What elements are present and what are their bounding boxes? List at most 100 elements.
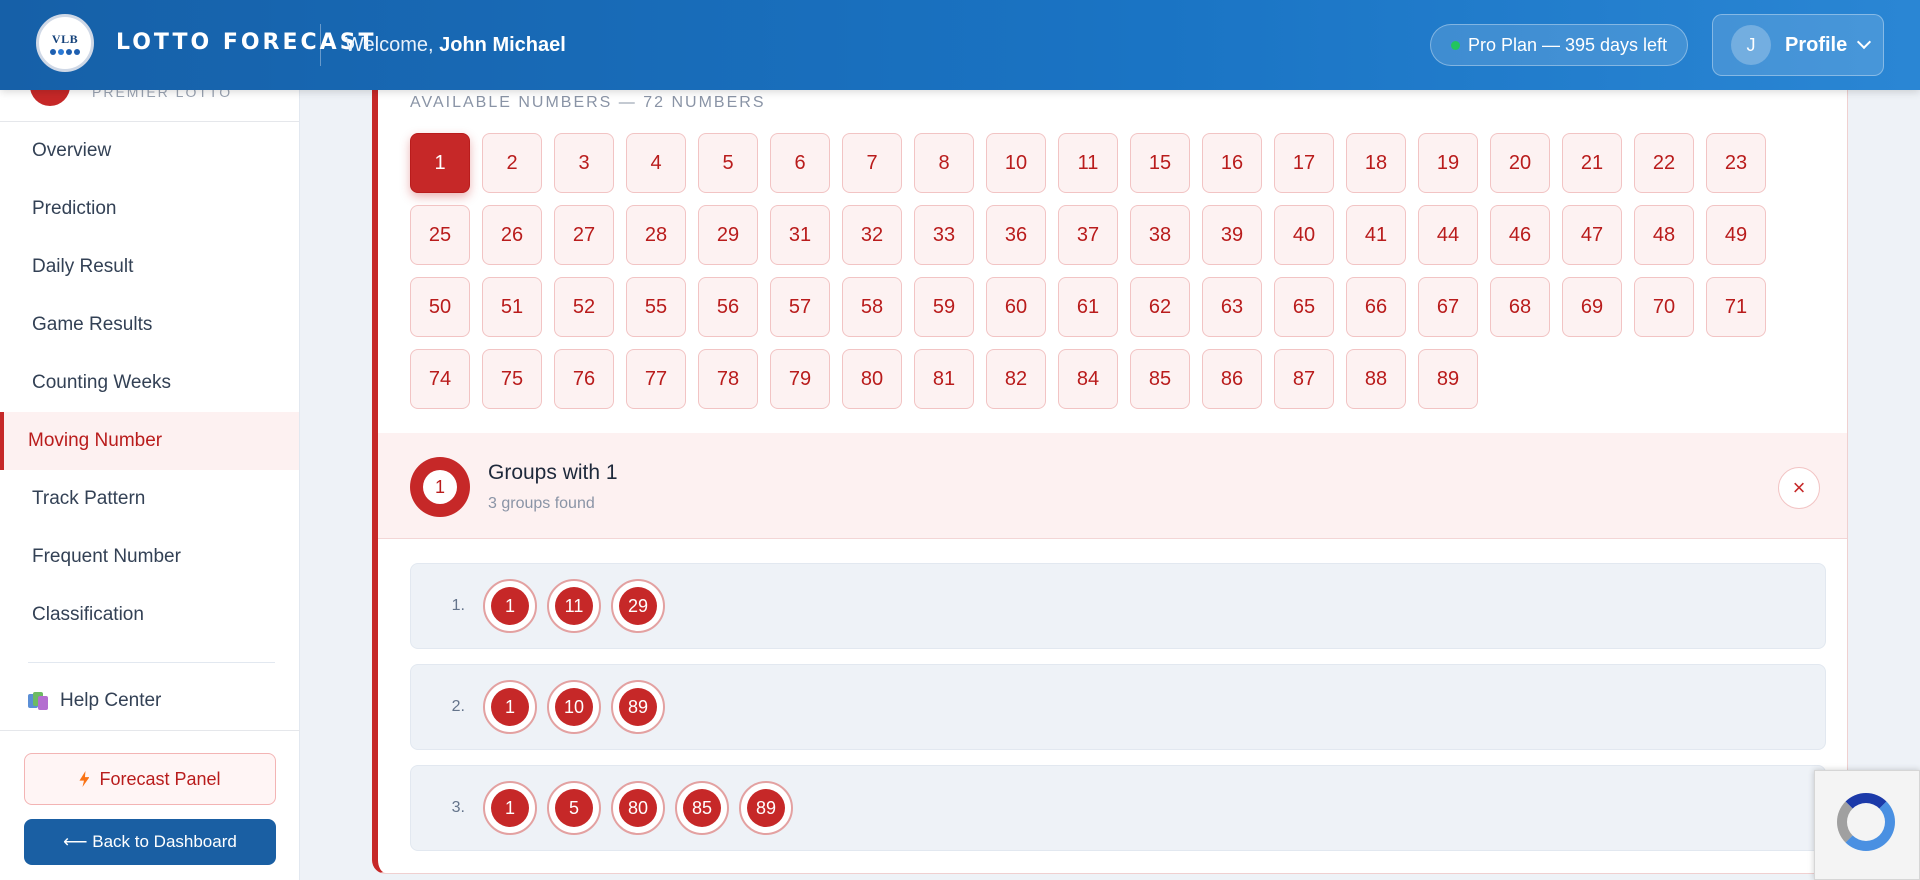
number-button[interactable]: 38 <box>1130 205 1190 265</box>
number-button[interactable]: 55 <box>626 277 686 337</box>
forecast-panel-button[interactable]: Forecast Panel <box>24 753 276 805</box>
number-button[interactable]: 62 <box>1130 277 1190 337</box>
number-button[interactable]: 74 <box>410 349 470 409</box>
number-button[interactable]: 57 <box>770 277 830 337</box>
number-button[interactable]: 47 <box>1562 205 1622 265</box>
number-button[interactable]: 37 <box>1058 205 1118 265</box>
number-button[interactable]: 15 <box>1130 133 1190 193</box>
number-button[interactable]: 8 <box>914 133 974 193</box>
help-center-link[interactable]: Help Center <box>0 681 299 721</box>
number-button[interactable]: 67 <box>1418 277 1478 337</box>
number-button[interactable]: 6 <box>770 133 830 193</box>
number-button[interactable]: 59 <box>914 277 974 337</box>
number-button[interactable]: 48 <box>1634 205 1694 265</box>
number-button[interactable]: 7 <box>842 133 902 193</box>
number-button[interactable]: 71 <box>1706 277 1766 337</box>
vlb-logo[interactable]: VLB <box>36 14 94 72</box>
number-button[interactable]: 36 <box>986 205 1046 265</box>
number-button[interactable]: 1 <box>410 133 470 193</box>
lightning-icon <box>79 771 90 787</box>
groups-count: 3 groups found <box>488 495 595 512</box>
number-button[interactable]: 70 <box>1634 277 1694 337</box>
number-button[interactable]: 31 <box>770 205 830 265</box>
number-button[interactable]: 63 <box>1202 277 1262 337</box>
number-button[interactable]: 44 <box>1418 205 1478 265</box>
sidebar-item-classification[interactable]: Classification <box>0 586 299 644</box>
number-button[interactable]: 84 <box>1058 349 1118 409</box>
number-button[interactable]: 61 <box>1058 277 1118 337</box>
sidebar-item-counting-weeks[interactable]: Counting Weeks <box>0 354 299 412</box>
number-button[interactable]: 5 <box>698 133 758 193</box>
back-to-dashboard-button[interactable]: ⟵ Back to Dashboard <box>24 819 276 865</box>
number-button[interactable]: 21 <box>1562 133 1622 193</box>
number-ball: 80 <box>611 781 665 835</box>
number-button[interactable]: 66 <box>1346 277 1406 337</box>
sidebar-item-moving-number[interactable]: Moving Number <box>0 412 299 470</box>
number-button[interactable]: 18 <box>1346 133 1406 193</box>
number-button[interactable]: 29 <box>698 205 758 265</box>
number-button[interactable]: 86 <box>1202 349 1262 409</box>
number-button[interactable]: 28 <box>626 205 686 265</box>
group-row: 3. 1 5 80 85 89 <box>410 765 1826 851</box>
number-button[interactable]: 19 <box>1418 133 1478 193</box>
profile-button[interactable]: J Profile <box>1712 14 1884 76</box>
sidebar-item-track-pattern[interactable]: Track Pattern <box>0 470 299 528</box>
number-ball: 1 <box>483 781 537 835</box>
recaptcha-badge[interactable] <box>1814 770 1920 880</box>
number-button[interactable]: 16 <box>1202 133 1262 193</box>
sidebar-item-game-results[interactable]: Game Results <box>0 296 299 354</box>
number-button[interactable]: 78 <box>698 349 758 409</box>
number-button[interactable]: 77 <box>626 349 686 409</box>
sidebar-item-prediction[interactable]: Prediction <box>0 180 299 238</box>
number-button[interactable]: 46 <box>1490 205 1550 265</box>
number-button[interactable]: 69 <box>1562 277 1622 337</box>
number-ball-value: 10 <box>555 688 593 726</box>
number-button[interactable]: 68 <box>1490 277 1550 337</box>
number-button[interactable]: 25 <box>410 205 470 265</box>
number-button[interactable]: 22 <box>1634 133 1694 193</box>
number-button[interactable]: 65 <box>1274 277 1334 337</box>
number-button[interactable]: 89 <box>1418 349 1478 409</box>
number-button[interactable]: 81 <box>914 349 974 409</box>
number-ball-value: 11 <box>555 587 593 625</box>
number-button[interactable]: 80 <box>842 349 902 409</box>
number-button[interactable]: 3 <box>554 133 614 193</box>
number-button[interactable]: 4 <box>626 133 686 193</box>
number-button[interactable]: 33 <box>914 205 974 265</box>
number-button[interactable]: 50 <box>410 277 470 337</box>
number-button[interactable]: 27 <box>554 205 614 265</box>
number-ball-value: 85 <box>683 789 721 827</box>
number-button[interactable]: 60 <box>986 277 1046 337</box>
number-button[interactable]: 32 <box>842 205 902 265</box>
number-button[interactable]: 52 <box>554 277 614 337</box>
sidebar-item-overview[interactable]: Overview <box>0 122 299 180</box>
number-button[interactable]: 79 <box>770 349 830 409</box>
number-button[interactable]: 51 <box>482 277 542 337</box>
number-button[interactable]: 88 <box>1346 349 1406 409</box>
number-button[interactable]: 49 <box>1706 205 1766 265</box>
sidebar-item-daily-result[interactable]: Daily Result <box>0 238 299 296</box>
number-button[interactable]: 41 <box>1346 205 1406 265</box>
number-button[interactable]: 56 <box>698 277 758 337</box>
number-button[interactable]: 23 <box>1706 133 1766 193</box>
number-button[interactable]: 87 <box>1274 349 1334 409</box>
number-button[interactable]: 26 <box>482 205 542 265</box>
number-button[interactable]: 39 <box>1202 205 1262 265</box>
number-button[interactable]: 17 <box>1274 133 1334 193</box>
sidebar-item-frequent-number[interactable]: Frequent Number <box>0 528 299 586</box>
number-button[interactable]: 75 <box>482 349 542 409</box>
number-button[interactable]: 2 <box>482 133 542 193</box>
number-button[interactable]: 11 <box>1058 133 1118 193</box>
number-button[interactable]: 82 <box>986 349 1046 409</box>
sidebar-sub-brand: PREMIER LOTTO <box>92 90 233 100</box>
number-ball: 1 <box>483 680 537 734</box>
number-grid: 1 2 3 4 5 6 7 8 10 11 15 16 17 18 19 20 21 22 23 25 26 27 28 29… <box>410 133 1790 409</box>
number-button[interactable]: 85 <box>1130 349 1190 409</box>
number-button[interactable]: 40 <box>1274 205 1334 265</box>
number-button[interactable]: 20 <box>1490 133 1550 193</box>
number-button[interactable]: 10 <box>986 133 1046 193</box>
number-button[interactable]: 58 <box>842 277 902 337</box>
number-ball: 85 <box>675 781 729 835</box>
number-button[interactable]: 76 <box>554 349 614 409</box>
close-icon[interactable]: × <box>1778 467 1820 509</box>
